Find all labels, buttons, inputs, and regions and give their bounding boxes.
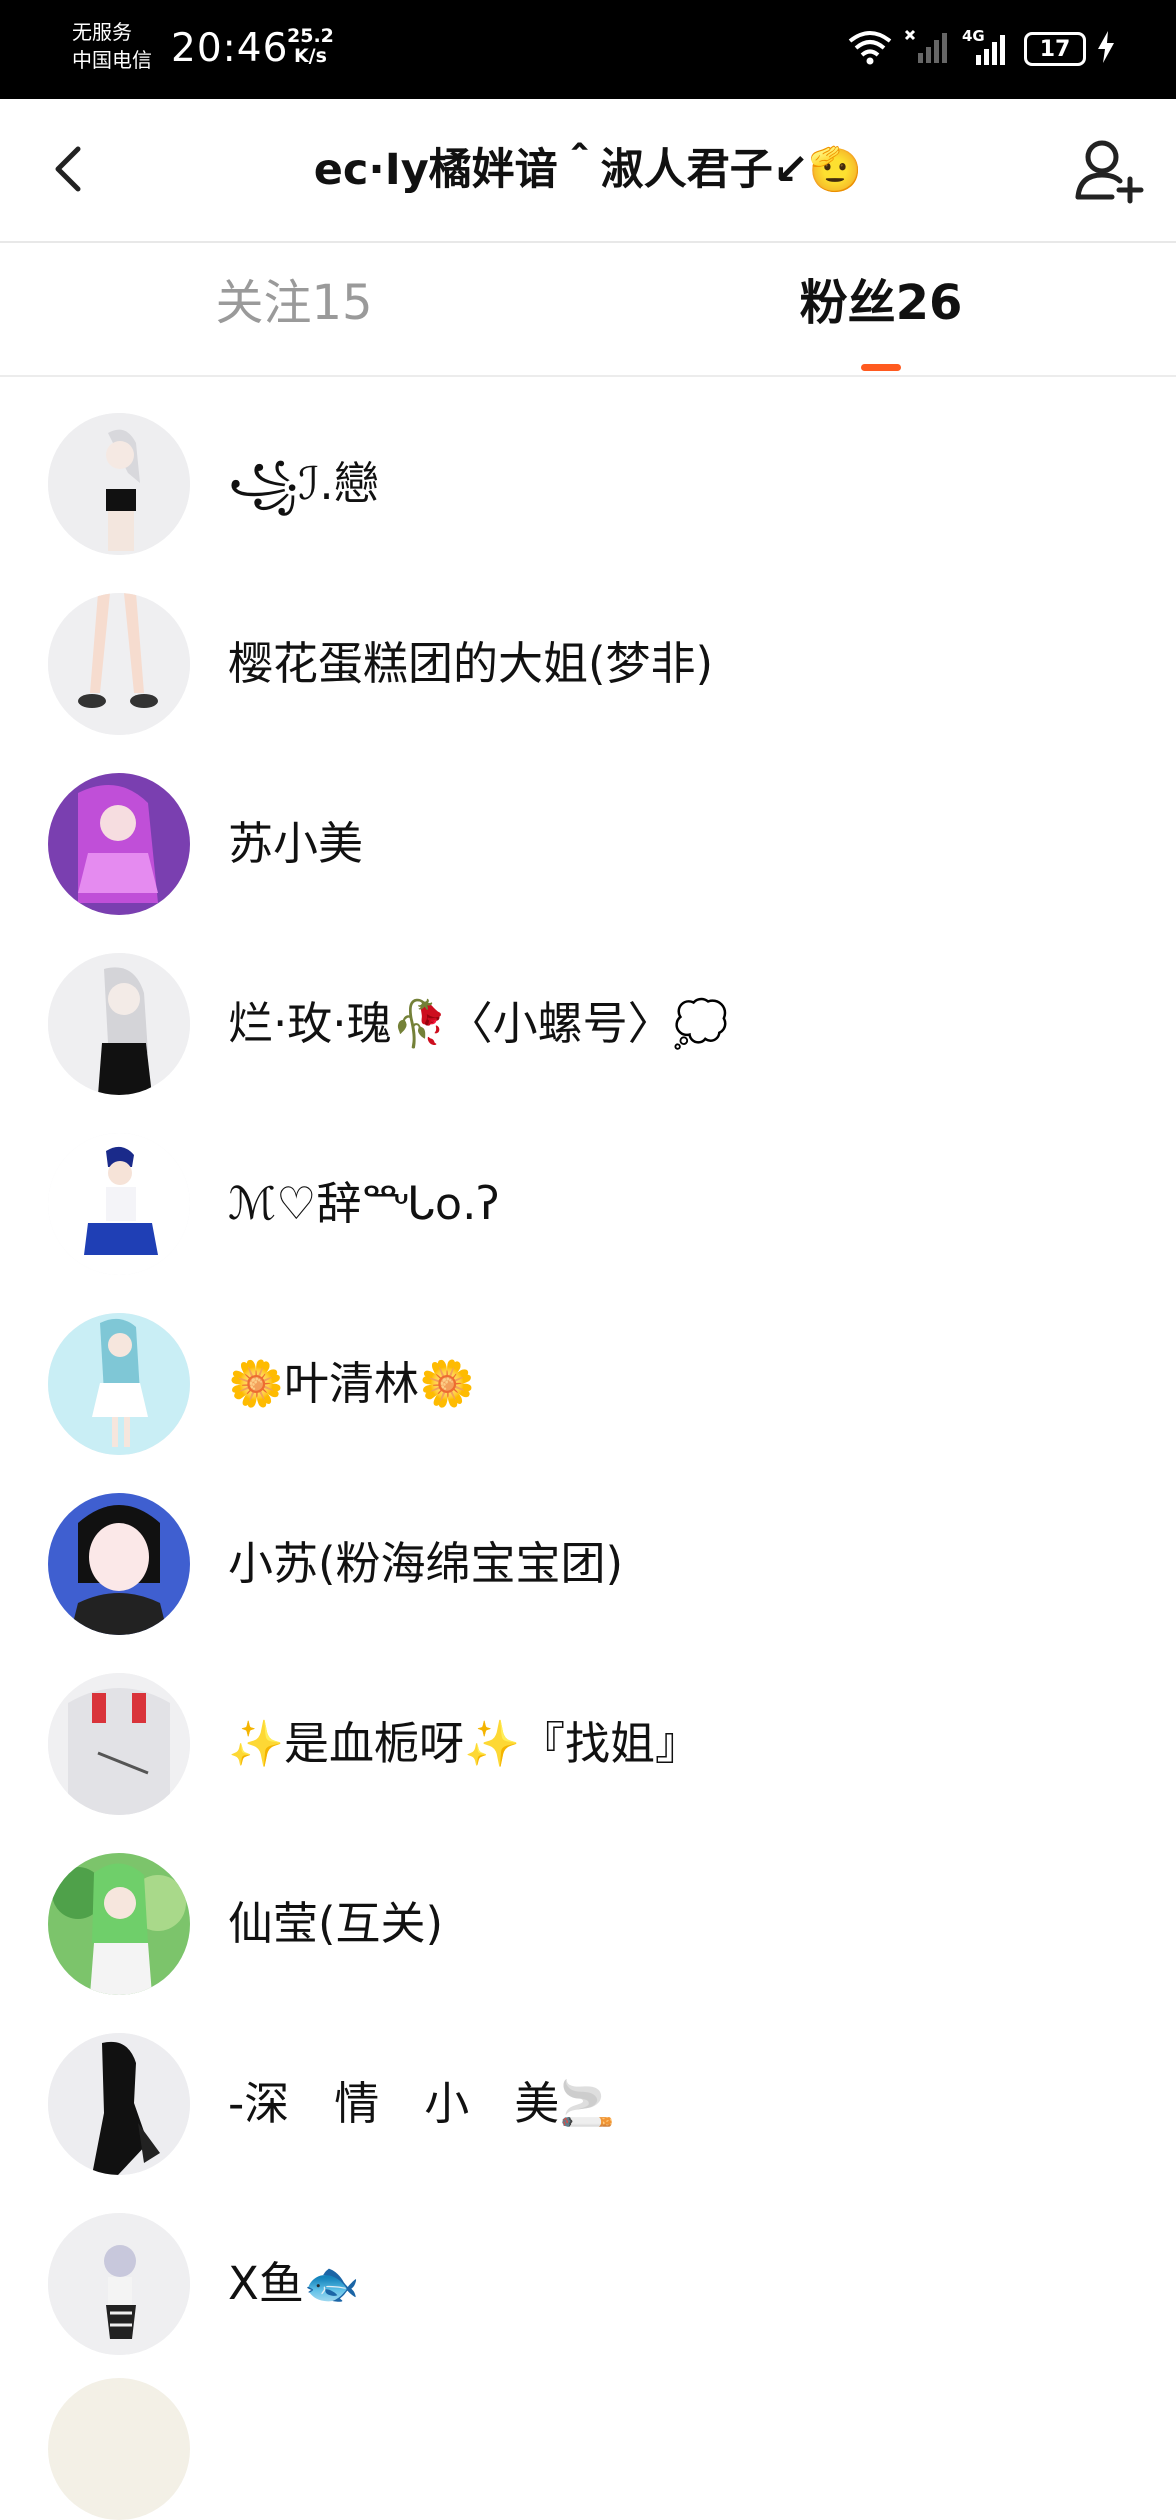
back-arrow-icon xyxy=(55,146,81,192)
clock: 20:46 xyxy=(171,26,289,71)
list-item[interactable]: 烂·玫·瑰🥀〈小螺号〉💭 xyxy=(0,917,1176,1097)
list-item[interactable]: 苏小美 xyxy=(0,737,1176,917)
signal-4g-icon: 4G xyxy=(962,27,1014,67)
avatar[interactable] xyxy=(48,593,190,735)
avatar[interactable] xyxy=(48,1493,190,1635)
avatar[interactable] xyxy=(48,2378,190,2520)
fan-name: ꧁ℐ.戀 xyxy=(228,457,379,510)
avatar[interactable] xyxy=(48,1133,190,1275)
tab-fans[interactable]: 粉丝26 xyxy=(681,273,1081,333)
list-item[interactable]: -深 情 小 美🚬 xyxy=(0,1997,1176,2177)
wifi-icon xyxy=(846,29,894,69)
network-speed: 25.2 K/s xyxy=(287,26,334,66)
list-item[interactable]: ✨是血栀呀✨『找姐』 xyxy=(0,1637,1176,1817)
add-friend-button[interactable] xyxy=(1072,135,1148,205)
page-title: ec·Iy橘姅谙＾淑人君子↙🫡 xyxy=(313,145,863,195)
list-item[interactable]: ꧁ℐ.戀 xyxy=(0,377,1176,557)
battery-level: 17 xyxy=(1039,36,1071,62)
carrier-info: 无服务 中国电信 xyxy=(72,18,152,74)
list-item[interactable]: X鱼🐟 xyxy=(0,2177,1176,2357)
tab-following[interactable]: 关注15 xyxy=(94,273,494,333)
carrier-name: 中国电信 xyxy=(72,48,152,72)
fan-name: -深 情 小 美🚬 xyxy=(228,2077,616,2130)
speed-unit: K/s xyxy=(293,45,327,67)
avatar[interactable] xyxy=(48,953,190,1095)
list-item[interactable]: ℳ♡辞ᙵ꧐.ʔ xyxy=(0,1097,1176,1277)
back-button[interactable] xyxy=(40,139,100,199)
fan-name: 仙莹(互关) xyxy=(228,1897,444,1950)
fan-name: X鱼🐟 xyxy=(228,2257,360,2310)
header: ec·Iy橘姅谙＾淑人君子↙🫡 xyxy=(0,99,1176,243)
avatar[interactable] xyxy=(48,2033,190,2175)
fan-name: 樱花蛋糕团的大姐(梦非) xyxy=(228,637,714,690)
speed-value: 25.2 xyxy=(287,25,334,47)
list-item[interactable]: 小苏(粉海绵宝宝团) xyxy=(0,1457,1176,1637)
avatar[interactable] xyxy=(48,413,190,555)
list-item[interactable]: 仙莹(互关) xyxy=(0,1817,1176,1997)
add-user-icon xyxy=(1075,140,1144,204)
fan-name: 🌼叶清林🌼 xyxy=(228,1357,476,1410)
list-item[interactable]: 樱花蛋糕团的大姐(梦非) xyxy=(0,557,1176,737)
fan-name: ✨是血栀呀✨『找姐』 xyxy=(228,1717,701,1770)
carrier-status: 无服务 xyxy=(72,20,132,44)
charging-icon xyxy=(1096,29,1116,69)
tab-indicator xyxy=(861,364,901,371)
avatar[interactable] xyxy=(48,2213,190,2355)
status-icons: 4G 17 xyxy=(846,26,1116,72)
avatar[interactable] xyxy=(48,773,190,915)
fan-name: 小苏(粉海绵宝宝团) xyxy=(228,1537,624,1590)
battery-icon: 17 xyxy=(1024,32,1086,66)
avatar[interactable] xyxy=(48,1853,190,1995)
fan-name: 苏小美 xyxy=(228,817,364,870)
fan-name: ℳ♡辞ᙵ꧐.ʔ xyxy=(228,1177,500,1230)
fan-name: 烂·玫·瑰🥀〈小螺号〉💭 xyxy=(228,997,729,1050)
list-item[interactable]: 🌼叶清林🌼 xyxy=(0,1277,1176,1457)
avatar[interactable] xyxy=(48,1313,190,1455)
tab-bar: 关注15 粉丝26 xyxy=(0,243,1176,377)
no-signal-icon xyxy=(904,29,952,69)
fans-list: ꧁ℐ.戀 樱花蛋糕团的大姐(梦非) 苏小美 烂·玫·瑰🥀〈小螺号〉💭 ℳ♡辞ᙵ꧐… xyxy=(0,377,1176,2357)
network-type: 4G xyxy=(962,27,985,45)
avatar[interactable] xyxy=(48,1673,190,1815)
status-bar: 无服务 中国电信 20:46 25.2 K/s 4G 17 xyxy=(0,0,1176,99)
